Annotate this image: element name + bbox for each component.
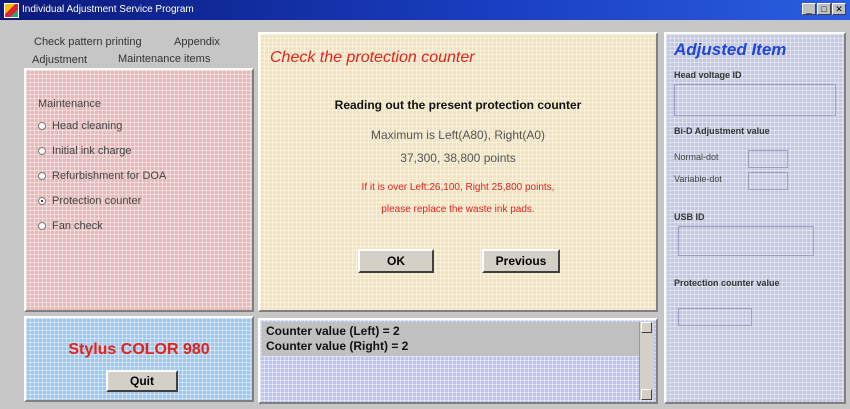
panel-title: Check the protection counter — [270, 49, 475, 66]
log-panel: Counter value (Left) = 2 Counter value (… — [258, 318, 658, 404]
window-title: Individual Adjustment Service Program — [22, 4, 194, 15]
radio-refurbishment[interactable]: Refurbishment for DOA — [38, 170, 166, 182]
radio-icon — [38, 122, 46, 130]
variable-dot-field — [748, 172, 788, 190]
protection-counter-panel: Check the protection counter Reading out… — [258, 32, 658, 312]
maintenance-panel: Maintenance Head cleaning Initial ink ch… — [24, 68, 254, 312]
normal-dot-label: Normal-dot — [674, 152, 719, 162]
model-panel: Stylus COLOR 980 Quit — [24, 316, 254, 402]
radio-icon — [38, 172, 46, 180]
warning-line-2: please replace the waste ink pads. — [381, 204, 535, 215]
radio-protection-counter[interactable]: Protection counter — [38, 195, 141, 207]
scroll-down-arrow-icon[interactable] — [641, 389, 652, 400]
usb-id-label: USB ID — [674, 212, 705, 222]
tab-adjustment[interactable]: Adjustment — [32, 54, 87, 66]
log-line-left: Counter value (Left) = 2 — [266, 324, 400, 338]
printer-model-name: Stylus COLOR 980 — [68, 341, 210, 358]
tab-strip: Check pattern printing Appendix Adjustme… — [24, 32, 254, 68]
radio-fan-check[interactable]: Fan check — [38, 220, 103, 232]
tab-maintenance-items[interactable]: Maintenance items — [118, 53, 210, 65]
ok-button[interactable]: OK — [358, 249, 434, 273]
printer-app-icon — [4, 3, 19, 18]
radio-head-cleaning[interactable]: Head cleaning — [38, 120, 122, 132]
usb-id-field — [678, 226, 814, 256]
radio-selected-icon — [38, 197, 46, 205]
bid-adjustment-label: Bi-D Adjustment value — [674, 126, 770, 136]
protection-counter-value-field — [678, 308, 752, 326]
counter-log: Counter value (Left) = 2 Counter value (… — [262, 322, 642, 356]
previous-button[interactable]: Previous — [482, 249, 560, 273]
log-line-right: Counter value (Right) = 2 — [266, 339, 409, 353]
close-button[interactable]: ✕ — [832, 3, 846, 15]
log-scrollbar[interactable] — [639, 322, 654, 400]
maintenance-label: Maintenance — [38, 98, 101, 110]
readout-heading: Reading out the present protection count… — [334, 98, 582, 112]
quit-button[interactable]: Quit — [106, 370, 178, 392]
points-text: 37,300, 38,800 points — [400, 151, 516, 165]
variable-dot-label: Variable-dot — [674, 174, 722, 184]
warning-line-1: If it is over Left:26,100, Right 25,800 … — [361, 182, 555, 193]
normal-dot-field — [748, 150, 788, 168]
maximize-button[interactable]: □ — [817, 3, 831, 15]
radio-icon — [38, 147, 46, 155]
adjusted-item-title: Adjusted Item — [674, 40, 787, 59]
radio-initial-ink-charge[interactable]: Initial ink charge — [38, 145, 132, 157]
title-bar: Individual Adjustment Service Program _ … — [0, 0, 850, 20]
maximum-text: Maximum is Left(A80), Right(A0) — [370, 128, 546, 142]
radio-icon — [38, 222, 46, 230]
head-voltage-label: Head voltage ID — [674, 70, 742, 80]
minimize-button[interactable]: _ — [802, 3, 816, 15]
tab-check-pattern[interactable]: Check pattern printing — [34, 36, 142, 48]
head-voltage-field — [674, 84, 836, 116]
protection-counter-value-label: Protection counter value — [674, 278, 780, 288]
adjusted-item-panel: Adjusted Item Head voltage ID Bi-D Adjus… — [664, 32, 846, 404]
scroll-up-arrow-icon[interactable] — [641, 322, 652, 333]
tab-appendix[interactable]: Appendix — [174, 36, 220, 48]
